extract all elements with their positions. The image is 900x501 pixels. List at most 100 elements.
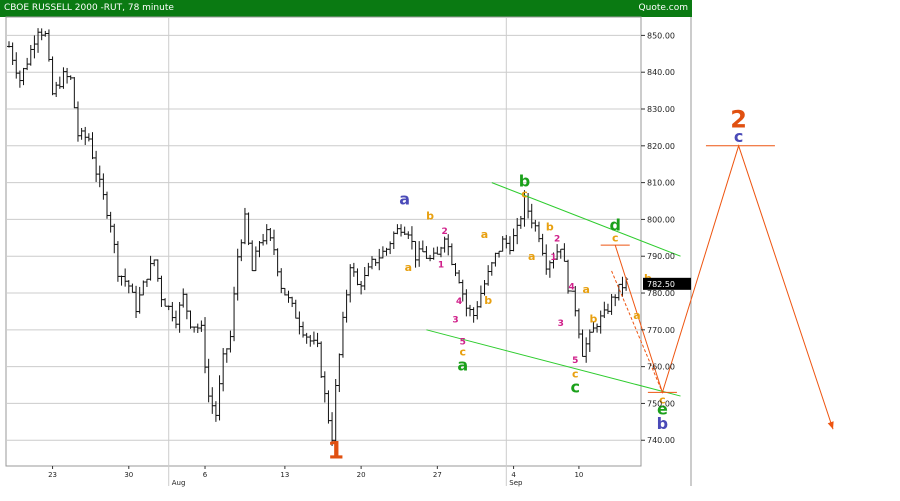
wave-label: c [571,377,580,396]
price-bar [373,258,378,266]
price-bar [533,219,538,232]
price-bar [21,67,26,86]
price-bar [253,246,258,272]
price-bar [228,330,233,353]
price-bar [395,224,400,235]
price-bar [242,207,247,245]
price-bar [362,266,367,291]
price-bar [468,304,473,317]
price-bar [25,57,30,71]
wave-label: b [589,312,597,325]
price-bar [155,259,160,282]
price-bar [584,337,589,363]
wave-label: 1 [550,253,556,263]
wave-label: c [612,232,619,245]
price-bar [486,265,491,286]
price-bar [562,243,567,262]
y-tick-label: 770.00 [647,326,675,335]
price-bar [206,358,211,403]
price-bar [61,67,66,89]
wave-label: b [426,209,434,222]
price-bar [148,255,153,281]
price-bar [504,234,509,249]
price-bar [333,378,338,443]
wave-label: a [399,190,410,209]
price-bar [547,260,552,278]
price-bar [184,293,189,320]
price-bar [221,348,226,392]
price-bar [137,286,142,314]
price-bar [65,67,70,84]
projection-arrowhead [827,421,834,430]
price-bar [391,231,396,250]
wave-label: 1 [327,437,344,465]
price-bar [515,217,520,245]
price-bar [250,240,255,272]
wave-label: b [657,414,668,433]
price-bar [311,331,316,345]
y-tick-label: 810.00 [647,179,675,188]
y-tick-label: 850.00 [647,31,675,40]
price-bar [620,276,625,297]
price-bar [540,233,545,256]
price-bar [366,262,371,277]
price-bar [115,241,120,282]
price-bar [544,244,549,275]
wave-label: c [734,127,743,146]
price-bar [257,241,262,258]
wave-label: b [546,220,554,233]
wave-label: 4 [569,282,575,292]
price-bar [340,311,345,358]
y-tick-label: 760.00 [647,363,675,372]
price-bar [68,75,73,80]
price-bar [134,285,139,318]
price-bar [355,268,360,286]
x-tick-label: 13 [280,471,289,479]
price-bar [94,150,99,183]
price-bar [57,76,62,89]
wave-label: 3 [452,315,458,325]
price-bar [359,280,364,295]
price-bar [315,332,320,348]
price-bar [304,332,309,344]
price-bar [399,224,404,237]
price-bar [576,308,581,339]
price-bar [144,278,149,287]
price-bar [7,41,11,48]
wave-label: c [521,187,528,200]
y-tick-label: 840.00 [647,68,675,77]
price-bar [326,390,331,424]
price-bar [442,236,447,253]
price-bar [384,247,389,256]
price-bar [322,371,327,403]
price-bar [54,81,59,97]
wave-label: a [457,355,468,374]
x-tick-label: 4 [511,471,516,479]
price-bar [471,307,476,323]
price-bar [28,44,33,66]
price-bar [351,262,356,277]
price-bar [293,299,298,319]
price-bar [602,301,607,319]
price-bar [173,310,178,329]
price-bar [10,42,15,65]
x-month-label: Sep [509,479,523,487]
price-bar [493,252,498,267]
y-tick-label: 790.00 [647,252,675,261]
price-bar [203,317,208,374]
y-tick-label: 780.00 [647,289,675,298]
price-bar [239,239,244,262]
price-bar [195,323,200,334]
price-bar [14,52,19,79]
last-price-label: 782.50 [647,280,675,289]
price-bar [210,387,215,414]
price-bar [529,203,534,229]
price-bar [79,127,84,140]
price-bar [36,28,41,53]
price-bar [319,341,324,378]
price-bar [409,226,414,250]
wave-label: 4 [456,297,462,307]
plot-frame [5,16,642,467]
wave-label: a [405,261,412,274]
price-bar [348,264,353,303]
